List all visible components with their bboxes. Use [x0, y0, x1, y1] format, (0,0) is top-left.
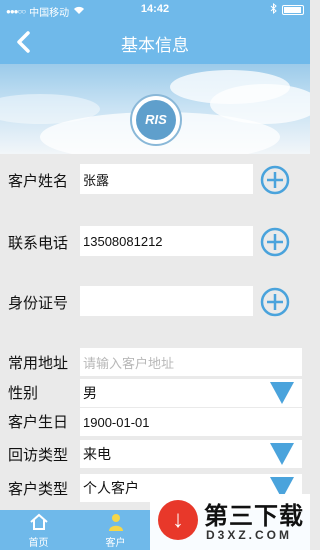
gender-dropdown-icon[interactable] [270, 382, 294, 404]
watermark-title: 第三下载 [204, 503, 304, 530]
watermark-domain: D3XZ.COM [206, 528, 293, 542]
phone-label: 联系电话 [8, 235, 69, 252]
customer-form: 客户姓名 张露 联系电话 13508081212 身份证号 常用地址 请输入客户… [0, 154, 310, 510]
tab-home[interactable]: 首页 [0, 510, 77, 550]
nav-bar: 基本信息 [0, 20, 310, 64]
name-field[interactable]: 张露 [80, 164, 253, 194]
gender-select[interactable]: 男 [80, 379, 302, 407]
home-icon [30, 513, 48, 530]
visit-type-label: 回访类型 [8, 447, 69, 464]
status-right [270, 2, 304, 17]
logo-text: RIS [136, 100, 176, 140]
tab-customer[interactable]: 客户 [77, 510, 154, 550]
id-field[interactable] [80, 286, 253, 316]
plus-circle-icon [260, 165, 290, 195]
header-banner: RIS [0, 64, 310, 154]
address-label: 常用地址 [8, 355, 69, 372]
customer-type-label: 客户类型 [8, 481, 69, 498]
add-name-button[interactable] [260, 165, 290, 195]
birthday-field[interactable]: 1900-01-01 [80, 408, 302, 436]
plus-circle-icon [260, 227, 290, 257]
tab-customer-label: 客户 [105, 538, 126, 549]
plus-circle-icon [260, 287, 290, 317]
watermark: ↓ 第三下载 D3XZ.COM [150, 494, 310, 550]
phone-field[interactable]: 13508081212 [80, 226, 253, 256]
address-field[interactable]: 请输入客户地址 [80, 348, 302, 376]
visit-type-select[interactable]: 来电 [80, 440, 302, 468]
page-title: 基本信息 [121, 36, 189, 55]
gender-label: 性别 [8, 385, 39, 402]
name-label: 客户姓名 [8, 173, 69, 190]
ris-logo: RIS [130, 94, 182, 146]
status-time: 14:42 [140, 3, 170, 15]
bluetooth-icon [270, 2, 277, 17]
download-logo-icon: ↓ [158, 500, 198, 540]
customer-icon [109, 514, 123, 531]
visit-type-dropdown-icon[interactable] [270, 443, 294, 465]
status-bar: ●●●○○ 中国移动 14:42 [0, 0, 310, 20]
add-phone-button[interactable] [260, 227, 290, 257]
battery-icon [282, 5, 304, 15]
birthday-label: 客户生日 [8, 414, 69, 431]
add-id-button[interactable] [260, 287, 290, 317]
tab-home-label: 首页 [28, 538, 49, 549]
id-label: 身份证号 [8, 295, 69, 312]
